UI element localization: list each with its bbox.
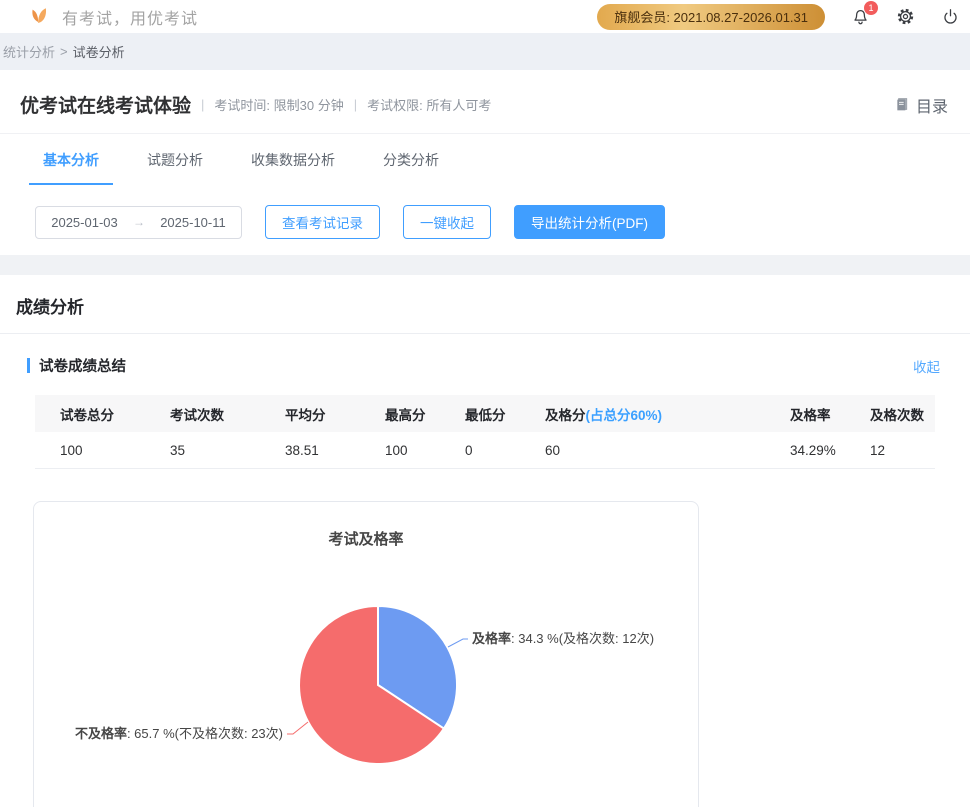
header-exam-count: 考试次数 bbox=[170, 404, 285, 424]
header-pass-rate: 及格率 bbox=[790, 404, 870, 424]
book-icon bbox=[894, 97, 910, 113]
logout-button[interactable] bbox=[941, 7, 960, 26]
exam-time-meta: 考试时间: 限制30 分钟 bbox=[214, 95, 343, 114]
fail-slice-label: 不及格率: 65.7 %(不及格次数: 23次) bbox=[75, 726, 283, 741]
gear-icon bbox=[896, 7, 915, 26]
date-end[interactable]: 2025-10-11 bbox=[160, 215, 226, 230]
breadcrumb: 统计分析 > 试卷分析 bbox=[0, 33, 970, 70]
value-exam-count: 35 bbox=[170, 443, 285, 458]
table-value-row: 100 35 38.51 100 0 60 34.29% 12 bbox=[35, 432, 935, 469]
fail-label-leader-line bbox=[287, 722, 308, 734]
date-arrow-icon: → bbox=[133, 215, 145, 229]
summary-title: 试卷成绩总结 bbox=[39, 355, 126, 376]
app-slogan: 有考试，用优考试 bbox=[62, 5, 198, 29]
breadcrumb-separator: > bbox=[60, 44, 68, 59]
date-start[interactable]: 2025-01-03 bbox=[51, 215, 118, 230]
summary-marker bbox=[27, 358, 30, 373]
header-pass-score: 及格分(占总分60%) bbox=[545, 404, 790, 424]
pass-slice-label: 及格率: 34.3 %(及格次数: 12次) bbox=[472, 631, 654, 646]
pass-label-leader-line bbox=[448, 639, 468, 647]
value-pass-count: 12 bbox=[870, 443, 935, 458]
notification-count-badge: 1 bbox=[864, 1, 878, 15]
tab-question-analysis[interactable]: 试题分析 bbox=[133, 146, 217, 185]
export-pdf-button[interactable]: 导出统计分析(PDF) bbox=[514, 205, 665, 239]
pass-score-note: (占总分60%) bbox=[586, 408, 663, 423]
pass-rate-pie-chart: 及格率: 34.3 %(及格次数: 12次) 不及格率: 65.7 %(不及格次… bbox=[34, 551, 699, 807]
collapse-summary-link[interactable]: 收起 bbox=[913, 356, 940, 376]
toc-button[interactable]: 目录 bbox=[894, 93, 948, 117]
header-lowest-score: 最低分 bbox=[465, 404, 545, 424]
chart-title: 考试及格率 bbox=[34, 528, 698, 549]
breadcrumb-current: 试卷分析 bbox=[73, 42, 125, 61]
header-average-score: 平均分 bbox=[285, 404, 385, 424]
notification-button[interactable]: 1 bbox=[851, 7, 870, 27]
toc-label: 目录 bbox=[916, 93, 948, 117]
collapse-all-button[interactable]: 一键收起 bbox=[403, 205, 491, 239]
value-total-score: 100 bbox=[60, 443, 170, 458]
exam-permission-meta: 考试权限: 所有人可考 bbox=[367, 95, 491, 114]
value-lowest-score: 0 bbox=[465, 443, 545, 458]
analysis-tabs: 基本分析 试题分析 收集数据分析 分类分析 bbox=[0, 146, 970, 185]
app-logo-icon bbox=[28, 6, 50, 28]
score-analysis-section: 成绩分析 试卷成绩总结 收起 试卷总分 考试次数 平均分 最高分 最低分 及格分… bbox=[0, 275, 970, 807]
score-summary-table: 试卷总分 考试次数 平均分 最高分 最低分 及格分(占总分60%) 及格率 及格… bbox=[35, 395, 935, 469]
value-pass-rate: 34.29% bbox=[790, 443, 870, 458]
header-highest-score: 最高分 bbox=[385, 404, 465, 424]
membership-text: 旗舰会员: 2021.08.27-2026.01.31 bbox=[614, 7, 808, 26]
exam-card: 优考试在线考试体验 | 考试时间: 限制30 分钟 | 考试权限: 所有人可考 … bbox=[0, 70, 970, 255]
value-pass-score: 60 bbox=[545, 443, 790, 458]
settings-button[interactable] bbox=[896, 7, 915, 26]
score-section-title: 成绩分析 bbox=[0, 293, 970, 318]
header-pass-count: 及格次数 bbox=[870, 404, 935, 424]
meta-separator: | bbox=[201, 97, 204, 112]
date-range-picker[interactable]: 2025-01-03 → 2025-10-11 bbox=[35, 206, 242, 239]
breadcrumb-parent[interactable]: 统计分析 bbox=[3, 42, 55, 61]
exam-title: 优考试在线考试体验 bbox=[20, 91, 191, 118]
section-gap bbox=[0, 255, 970, 275]
power-icon bbox=[941, 7, 960, 26]
value-highest-score: 100 bbox=[385, 443, 465, 458]
header-total-score: 试卷总分 bbox=[60, 404, 170, 424]
tab-category-analysis[interactable]: 分类分析 bbox=[369, 146, 453, 185]
top-header: 有考试，用优考试 旗舰会员: 2021.08.27-2026.01.31 1 bbox=[0, 0, 970, 33]
tab-collected-data-analysis[interactable]: 收集数据分析 bbox=[237, 146, 349, 185]
tab-basic-analysis[interactable]: 基本分析 bbox=[29, 146, 113, 185]
pass-rate-chart-card: 考试及格率 及格率: 34.3 %(及格次数: 12次) 不及格率: 65.7 … bbox=[33, 501, 699, 807]
view-exam-records-button[interactable]: 查看考试记录 bbox=[265, 205, 380, 239]
meta-separator: | bbox=[354, 97, 357, 112]
value-average-score: 38.51 bbox=[285, 443, 385, 458]
membership-badge[interactable]: 旗舰会员: 2021.08.27-2026.01.31 bbox=[597, 4, 825, 30]
table-header-row: 试卷总分 考试次数 平均分 最高分 最低分 及格分(占总分60%) 及格率 及格… bbox=[35, 395, 935, 432]
